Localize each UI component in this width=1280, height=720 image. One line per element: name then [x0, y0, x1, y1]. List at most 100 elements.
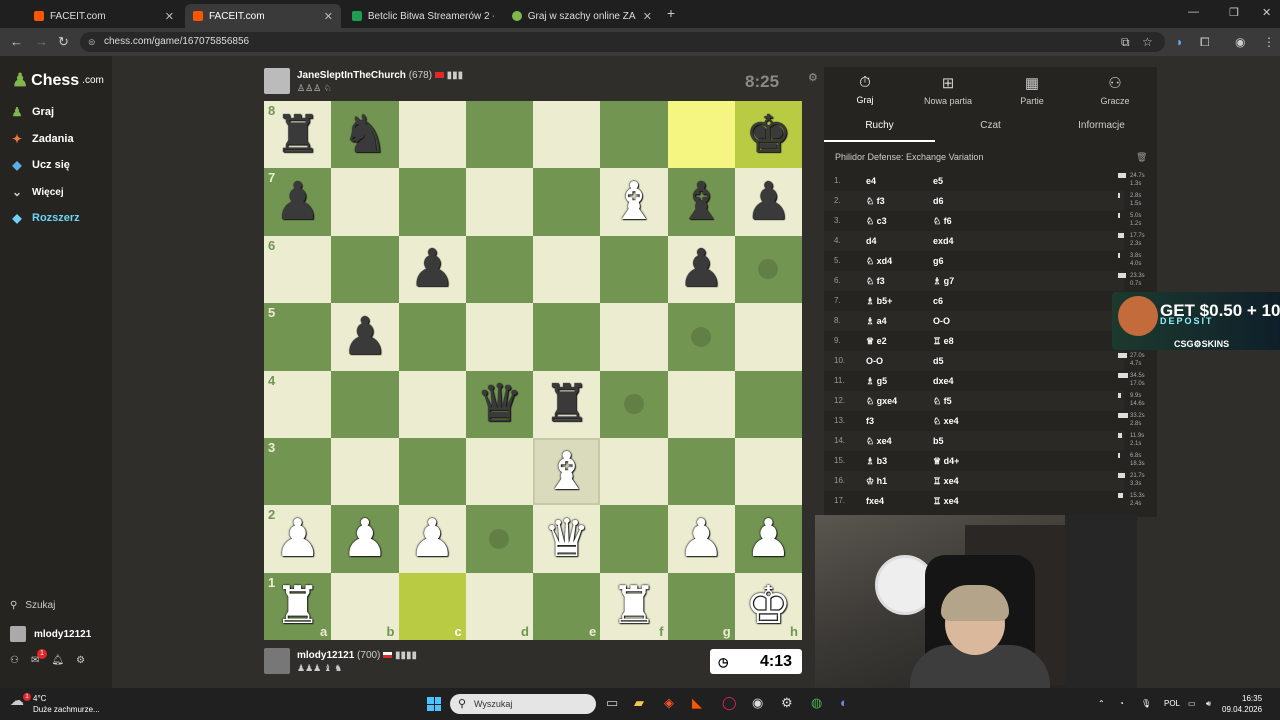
square-e5[interactable] [533, 303, 601, 371]
white-move[interactable]: ♗ b3 [866, 456, 887, 467]
square-h8[interactable]: ♚ [734, 101, 802, 169]
square-e2[interactable]: ♛ [533, 505, 601, 573]
legal-move-dot[interactable] [691, 326, 712, 347]
square-g3[interactable] [667, 437, 735, 506]
square-d3[interactable] [465, 437, 533, 506]
sidebar-item-puzzles[interactable]: ✦ Zadania [10, 132, 74, 146]
tray-chevron-icon[interactable]: ⌃ [1098, 699, 1105, 708]
square-d4[interactable]: ♛ [465, 370, 533, 438]
avatar[interactable] [264, 68, 290, 94]
black-pawn-icon[interactable]: ♟ [745, 176, 792, 228]
square-a5[interactable]: 5 [264, 303, 332, 371]
square-g4[interactable] [667, 370, 735, 438]
black-queen-icon[interactable]: ♛ [476, 378, 523, 430]
white-move[interactable]: ♗ b5+ [866, 296, 892, 307]
cast-icon[interactable]: ⧉ [1121, 35, 1130, 50]
square-a2[interactable]: ♟ 2 [264, 505, 332, 573]
maximize-icon[interactable]: ❐ [1229, 6, 1239, 19]
square-d8[interactable] [465, 101, 533, 169]
player-name[interactable]: JaneSleptInTheChurch (678) ▮▮▮ [297, 70, 463, 81]
back-icon[interactable]: ← [10, 34, 23, 49]
white-move[interactable]: ♘ gxe4 [866, 396, 897, 407]
black-move[interactable]: e5 [933, 176, 943, 186]
black-move[interactable]: ♘ f6 [933, 216, 952, 227]
task-view-icon[interactable]: ▭ [606, 695, 618, 711]
square-a4[interactable]: 4 [264, 370, 332, 438]
square-g7[interactable]: ♝ [667, 168, 735, 236]
white-move[interactable]: e4 [866, 176, 876, 186]
legal-move-dot[interactable] [758, 259, 779, 280]
ad-banner[interactable]: GET $0.50 + 10 DEPOSIT CSG⚙SKINS [1112, 292, 1280, 350]
square-f5[interactable] [600, 303, 668, 371]
sidebar-profile[interactable]: mlody12121 [10, 626, 91, 642]
subtab-info[interactable]: Informacje [1046, 120, 1157, 131]
black-move[interactable]: c6 [933, 296, 943, 306]
white-move[interactable]: d4 [866, 236, 877, 246]
white-move[interactable]: O-O [866, 356, 883, 366]
white-pawn-icon[interactable]: ♟ [274, 513, 321, 565]
white-pawn-icon[interactable]: ♟ [678, 513, 725, 565]
white-move[interactable]: ♘ xd4 [866, 256, 892, 267]
window-close-icon[interactable]: ✕ [1262, 6, 1271, 19]
white-rook-icon[interactable]: ♜ [611, 580, 658, 632]
square-a6[interactable]: 6 [264, 235, 332, 304]
windows-start-icon[interactable] [427, 697, 441, 711]
square-b6[interactable] [331, 235, 399, 304]
white-move[interactable]: f3 [866, 416, 874, 426]
square-a8[interactable]: ♜ 8 [264, 101, 332, 169]
square-f2[interactable] [600, 505, 668, 573]
square-h4[interactable] [734, 370, 802, 438]
square-d2[interactable] [465, 505, 533, 573]
forward-icon[interactable]: → [35, 34, 48, 49]
square-e3[interactable]: ♝ [533, 437, 601, 506]
subtab-chat[interactable]: Czat [935, 120, 1046, 131]
black-move[interactable]: d6 [933, 196, 944, 206]
legal-move-dot[interactable] [489, 528, 510, 549]
sidebar-item-learn[interactable]: ◆ Ucz się [10, 158, 70, 172]
black-move[interactable]: ♕ d4+ [933, 456, 959, 467]
square-c5[interactable] [398, 303, 466, 371]
sidebar-search[interactable]: ⚲ Szukaj [10, 600, 55, 611]
black-move[interactable]: ♘ xe4 [933, 416, 959, 427]
board-settings-icon[interactable]: ⚙ [808, 71, 818, 84]
white-move[interactable]: ♗ a4 [866, 316, 887, 327]
white-move[interactable]: fxe4 [866, 496, 884, 506]
extensions-puzzle-icon[interactable]: ⧠ [1200, 35, 1210, 50]
system-clock[interactable]: 16:35 09.04.2026 [1222, 693, 1262, 715]
square-a1[interactable]: ♜ 1 a [264, 572, 332, 640]
black-pawn-icon[interactable]: ♟ [409, 243, 456, 295]
new-tab-button[interactable]: + [662, 5, 680, 23]
square-c3[interactable] [398, 437, 466, 506]
settings-icon[interactable]: ⚙ [76, 655, 85, 666]
sidebar-item-upgrade[interactable]: ◆ Rozszerz [10, 211, 79, 225]
square-e1[interactable]: e [533, 572, 601, 640]
white-bishop-icon[interactable]: ♝ [611, 176, 658, 228]
black-move[interactable]: g6 [933, 256, 944, 266]
white-pawn-icon[interactable]: ♟ [342, 513, 389, 565]
bell-icon[interactable]: 🔔︎ [51, 655, 64, 666]
square-d6[interactable] [465, 235, 533, 304]
site-info-icon[interactable]: ⊜ [88, 32, 96, 52]
black-knight-icon[interactable]: ♞ [342, 109, 389, 161]
tray-app-icon[interactable]: ◔ [1119, 699, 1124, 708]
square-f7[interactable]: ♝ [600, 168, 668, 236]
sidebar-item-play[interactable]: ♟ Graj [10, 105, 54, 119]
square-c8[interactable] [398, 101, 466, 169]
discord-icon[interactable]: ◐ [840, 695, 848, 710]
white-pawn-icon[interactable]: ♟ [745, 513, 792, 565]
square-c7[interactable] [398, 168, 466, 236]
faceit-app-icon[interactable]: ◣ [692, 695, 702, 711]
square-g2[interactable]: ♟ [667, 505, 735, 573]
browser-tab-2[interactable]: FACEIT.com ✕ [185, 4, 341, 28]
square-c2[interactable]: ♟ [398, 505, 466, 573]
tab-play[interactable]: ⏱︎ Graj [830, 74, 900, 105]
square-f4[interactable] [600, 370, 668, 438]
square-e8[interactable] [533, 101, 601, 169]
square-h7[interactable]: ♟ [734, 168, 802, 236]
opera-icon[interactable]: ◯ [722, 695, 737, 711]
white-queen-icon[interactable]: ♛ [543, 513, 590, 565]
square-d7[interactable] [465, 168, 533, 236]
black-pawn-icon[interactable]: ♟ [274, 176, 321, 228]
black-move[interactable]: exd4 [933, 236, 954, 246]
square-d1[interactable]: d [465, 572, 533, 640]
